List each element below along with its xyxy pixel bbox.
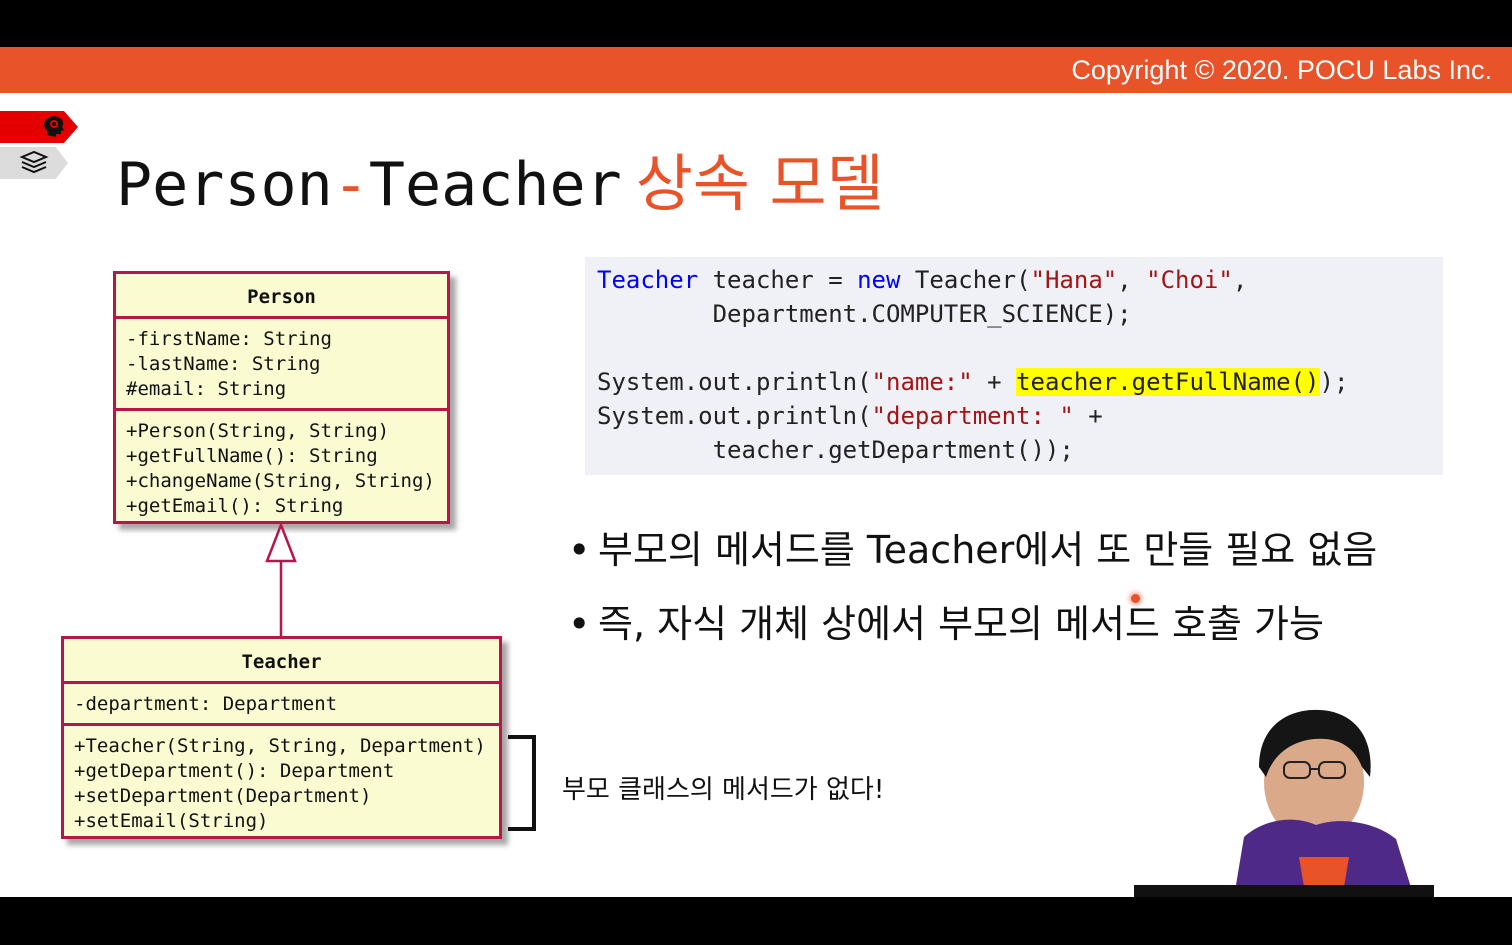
presenter-video [1134,707,1434,897]
methods-bracket [508,735,536,831]
code-text: teacher = [698,266,858,294]
code-line-2: Department.COMPUTER_SCIENCE); [597,300,1132,328]
code-line-blank: ​ [597,331,1431,365]
code-text: , [1232,266,1248,294]
code-string: "Hana" [1030,266,1118,294]
video-letterbox-top [0,0,1512,47]
title-dash: - [332,150,369,220]
code-string: "name:" [871,368,973,396]
laser-pointer-dot [1131,594,1140,603]
code-text: System.out.println( [597,402,872,430]
uml-class-name: Teacher [64,639,499,684]
bullet-text: 즉, 자식 개체 상에서 부모의 메서드 호출 가능 [598,602,1324,646]
video-letterbox-bottom [0,897,1512,945]
uml-class-person: Person -firstName: String -lastName: Stri… [113,271,450,524]
uml-method: +setDepartment(Department) [74,785,372,807]
uml-field: -firstName: String [126,328,332,350]
bullet-text: 부모의 메서드를 Teacher에서 또 만들 필요 없음 [598,528,1378,572]
uml-methods: +Teacher(String, String, Department) +get… [64,723,499,840]
uml-fields: -firstName: String -lastName: String #emai… [116,319,447,408]
uml-method: +Teacher(String, String, Department) [74,735,486,757]
slide-title: Person-Teacher 상속 모델 [116,133,884,223]
uml-fields: -department: Department [64,684,499,723]
uml-class-name: Person [116,274,447,319]
code-keyword: new [857,266,901,294]
code-text: + [972,368,1017,396]
uml-method: +getDepartment(): Department [74,760,395,782]
code-string: "department: " [871,402,1074,430]
uml-field: -lastName: String [126,353,321,375]
bullet-list: • 부모의 메서드를 Teacher에서 또 만들 필요 없음 • 즉, 자식 개체… [568,525,1377,673]
uml-field: #email: String [126,378,287,400]
slide-header-bar: Copyright © 2020. POCU Labs Inc. [0,47,1512,93]
code-line-5: System.out.println("department: " + [597,399,1431,433]
code-text: , [1117,266,1147,294]
copyright-text: Copyright © 2020. POCU Labs Inc. [1071,55,1492,85]
title-korean: 상속 모델 [635,147,884,220]
code-highlight: teacher.getFullName() [1016,368,1320,396]
bullet-dot-icon: • [568,528,591,572]
code-string: "Choi" [1146,266,1233,294]
uml-method: +setEmail(String) [74,810,269,832]
bracket-note: 부모 클래스의 메서드가 없다! [562,775,885,805]
bullet-dot-icon: • [568,602,591,646]
title-person: Person [116,150,333,220]
title-teacher: Teacher [368,150,622,220]
code-text: + [1073,402,1103,430]
inheritance-arrow [265,521,297,637]
uml-method: +getEmail(): String [126,495,344,517]
uml-method: +changeName(String, String) [126,470,435,492]
uml-method: +Person(String, String) [126,420,390,442]
brain-head-icon [38,111,70,143]
code-text: System.out.println( [597,368,872,396]
code-snippet: Teacher teacher = new Teacher("Hana", "C… [585,257,1443,475]
code-line-6: teacher.getDepartment()); [597,436,1074,464]
code-text: ); [1319,368,1349,396]
code-type: Teacher [597,266,699,294]
code-text: Teacher( [900,266,1031,294]
bullet-item: • 부모의 메서드를 Teacher에서 또 만들 필요 없음 [568,525,1377,599]
code-line-4: System.out.println("name:" + teacher.get… [597,365,1431,399]
books-stack-icon [18,148,50,178]
code-line-1: Teacher teacher = new Teacher("Hana", "C… [597,263,1431,297]
uml-method: +getFullName(): String [126,445,378,467]
bullet-item: • 즉, 자식 개체 상에서 부모의 메서드 호출 가능 [568,599,1377,673]
uml-methods: +Person(String, String) +getFullName(): S… [116,408,447,525]
lecture-slide: Copyright © 2020. POCU Labs Inc. Person-… [0,47,1512,897]
uml-field: -department: Department [74,693,338,715]
uml-class-teacher: Teacher -department: Department +Teacher… [61,636,502,839]
